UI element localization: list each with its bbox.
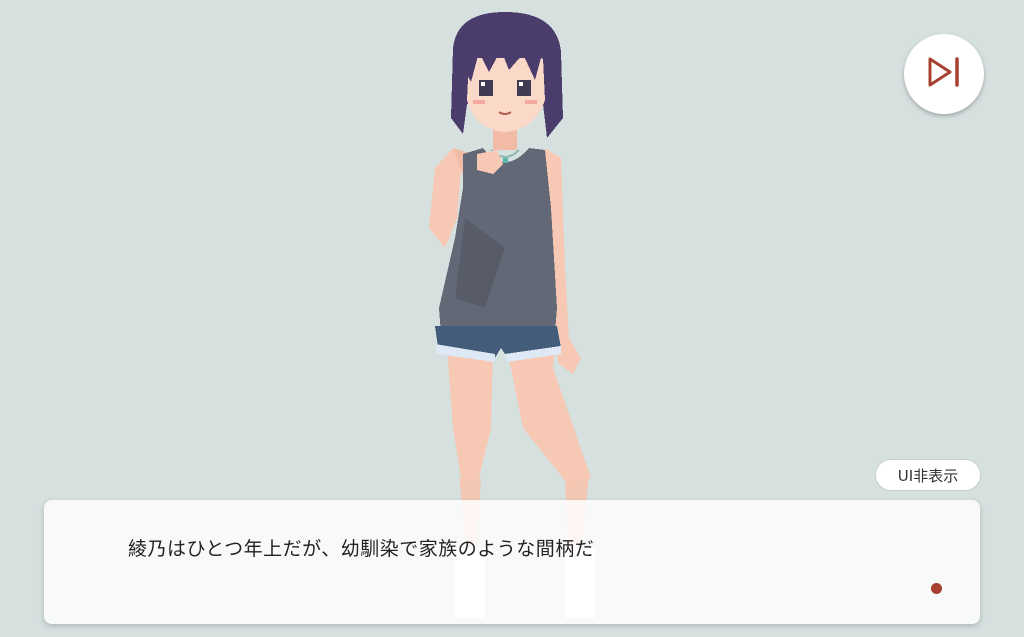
skip-forward-icon [926,56,962,92]
next-indicator-icon [931,583,942,594]
right-leg [507,348,591,488]
message-text: 綾乃はひとつ年上だが、幼馴染で家族のような間柄だ [128,538,595,560]
left-leg [447,348,493,478]
message-window[interactable]: 綾乃はひとつ年上だが、幼馴染で家族のような間柄だ [44,500,980,624]
hide-ui-button[interactable]: UI非表示 [875,459,981,491]
game-stage[interactable]: UI非表示 綾乃はひとつ年上だが、幼馴染で家族のような間柄だ [0,0,1024,637]
skip-button[interactable] [904,34,984,114]
